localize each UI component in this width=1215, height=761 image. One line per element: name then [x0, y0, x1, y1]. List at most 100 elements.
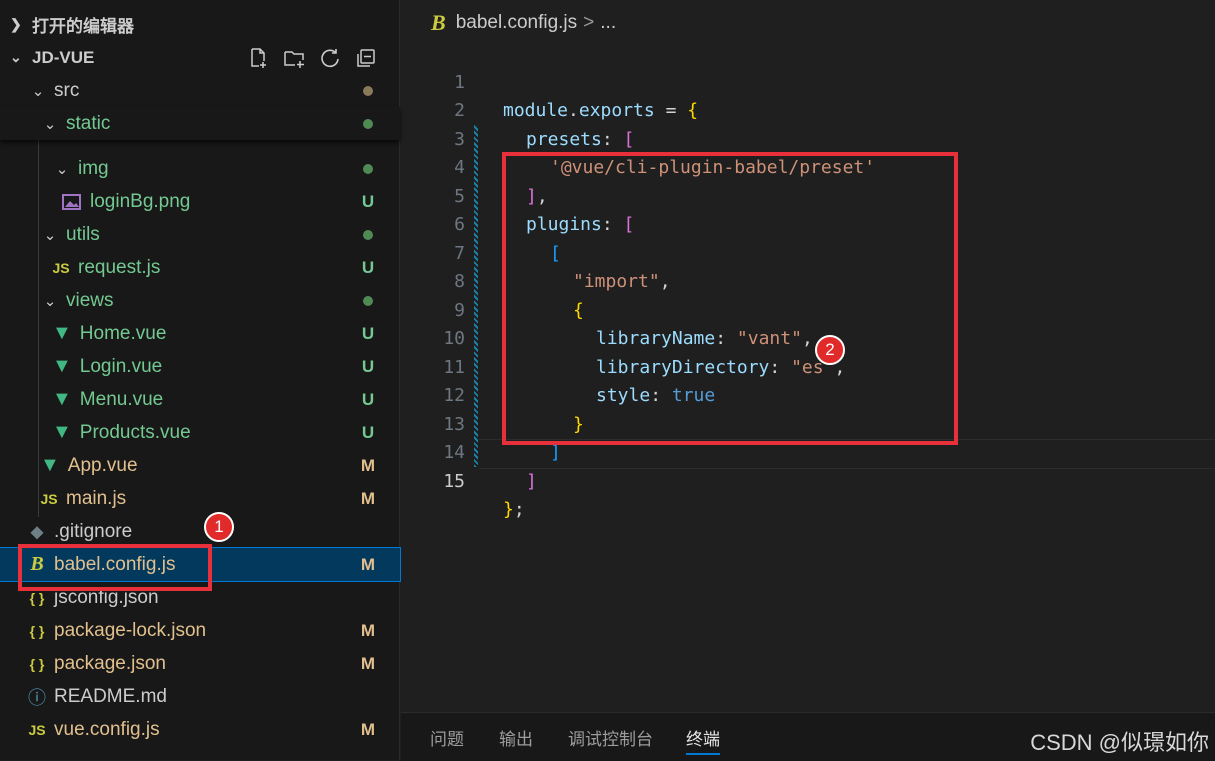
new-file-icon[interactable] [247, 47, 269, 69]
tree-file-main-js[interactable]: JS main.js M [0, 482, 400, 515]
tree-folder-src[interactable]: ⌄ src [0, 74, 400, 107]
tree-folder-img[interactable]: ⌄ img [0, 152, 400, 185]
chevron-down-icon: ⌄ [43, 292, 57, 310]
breadcrumb: B babel.config.js > ... [401, 8, 616, 38]
tree-item-label: App.vue [67, 454, 138, 476]
tree-folder-static[interactable]: ⌄ static [0, 107, 400, 140]
tree-item-label: src [54, 79, 80, 101]
explorer-sidebar: ❯ 打开的编辑器 ⌄ JD-VUE ⌄ src ⌄ static css ⌄ [0, 0, 401, 760]
code-line: 12 } [401, 354, 1215, 435]
tree-file-gitignore[interactable]: ◆ .gitignore [0, 515, 400, 548]
chevron-down-icon: ⌄ [10, 49, 22, 65]
tree-folder-utils[interactable]: ⌄ utils [0, 218, 400, 251]
tree-item-label: utils [66, 223, 100, 245]
breadcrumb-separator: > [583, 12, 595, 33]
status-dot [360, 225, 376, 245]
token: ] [526, 470, 537, 492]
breadcrumb-more[interactable]: ... [600, 12, 616, 34]
code-line: 2 presets: [ [401, 69, 1215, 150]
tree-file-loginbg[interactable]: loginBg.png U [0, 185, 400, 218]
code-line: 3 '@vue/cli-plugin-babel/preset' [401, 97, 1215, 179]
json-file-icon: { } [29, 589, 45, 606]
tree-file-products-vue[interactable]: ▼ Products.vue U [0, 416, 400, 449]
explorer-toolbar [247, 41, 377, 74]
vue-file-icon: ▼ [52, 388, 72, 410]
vue-file-icon: ▼ [52, 355, 72, 377]
tree-file-vue-config[interactable]: JS vue.config.js M [0, 713, 400, 746]
image-file-icon [62, 193, 82, 211]
git-status-badge: U [361, 191, 375, 211]
js-file-icon: JS [52, 259, 70, 276]
git-status-badge: M [360, 455, 376, 475]
vue-file-icon: ▼ [40, 454, 60, 476]
code-line: 8 { [401, 240, 1215, 321]
tree-file-menu-vue[interactable]: ▼ Menu.vue U [0, 383, 400, 416]
git-status-badge: M [360, 653, 376, 673]
code-line: 7 "import", [401, 211, 1215, 293]
code-line: 9 libraryName: "vant", [401, 268, 1215, 350]
vue-file-icon: ▼ [52, 421, 72, 443]
json-file-icon: { } [29, 622, 45, 639]
git-file-icon: ◆ [30, 523, 44, 541]
tab-terminal[interactable]: 终端 [686, 713, 720, 761]
chevron-down-icon: ⌄ [43, 226, 57, 244]
git-status-badge: M [360, 719, 376, 739]
tab-problems[interactable]: 问题 [430, 713, 464, 761]
tree-file-login-vue[interactable]: ▼ Login.vue U [0, 350, 400, 383]
breadcrumb-file[interactable]: babel.config.js [456, 12, 577, 34]
refresh-icon[interactable] [319, 47, 341, 69]
watermark: CSDN @似璟如你 [1030, 730, 1209, 755]
tree-file-package-json[interactable]: { } package.json M [0, 647, 400, 680]
code-line: 5 plugins: [ [401, 154, 1215, 236]
tree-item-label: static [66, 112, 111, 134]
chevron-down-icon: ⌄ [55, 160, 69, 178]
status-dot [360, 291, 376, 311]
status-dot [360, 81, 376, 101]
tree-item-label: Login.vue [79, 355, 163, 377]
tree-file-jsconfig[interactable]: { } jsconfig.json [0, 581, 400, 614]
annotation-marker-1: 1 [204, 512, 234, 542]
line-number: 15 [443, 470, 465, 492]
tree-file-home-vue[interactable]: ▼ Home.vue U [0, 317, 400, 350]
json-file-icon: { } [29, 655, 45, 672]
tree-item-label: Products.vue [79, 421, 191, 443]
new-folder-icon[interactable] [283, 47, 305, 69]
tree-item-label: package.json [54, 652, 166, 674]
babel-file-icon: B [431, 10, 446, 35]
tree-item-label: babel.config.js [54, 553, 176, 575]
git-status-badge: U [361, 422, 375, 442]
git-status-badge: U [361, 323, 375, 343]
tree-item-label: Home.vue [79, 322, 167, 344]
tree-item-label: package-lock.json [54, 619, 207, 641]
tree-item-label: Menu.vue [79, 388, 164, 410]
babel-file-icon: B [30, 553, 44, 575]
tree-item-label: README.md [54, 685, 167, 707]
code-line: 1 module.exports = { [401, 40, 1215, 122]
tree-file-request-js[interactable]: JS request.js U [0, 251, 400, 284]
bottom-panel: 问题 输出 调试控制台 终端 CSDN @似璟如你 [401, 712, 1215, 761]
code-area[interactable]: 1 module.exports = { 2 presets: [ 3 '@vu… [401, 40, 1215, 520]
chevron-down-icon: ⌄ [31, 82, 45, 100]
tree-item-label: main.js [66, 487, 127, 509]
git-status-badge: M [360, 554, 376, 574]
git-status-badge: U [361, 389, 375, 409]
tree-file-app-vue[interactable]: ▼ App.vue M [0, 449, 400, 482]
tree-item-label: request.js [78, 256, 161, 278]
collapse-all-icon[interactable] [355, 47, 377, 69]
tree-file-package-lock[interactable]: { } package-lock.json M [0, 614, 400, 647]
tree-file-babel-config[interactable]: B babel.config.js M [0, 547, 401, 582]
tab-output[interactable]: 输出 [499, 713, 533, 761]
chevron-down-icon: ⌄ [43, 115, 57, 133]
tree-folder-views[interactable]: ⌄ views [0, 284, 400, 317]
code-editor[interactable]: B babel.config.js > ... 1 module.exports… [401, 0, 1215, 712]
open-editors-header[interactable]: ❯ 打开的编辑器 [0, 8, 400, 41]
chevron-right-icon: ❯ [10, 16, 22, 32]
tree-item-label: views [66, 289, 114, 311]
code-line: 11 style: true [401, 325, 1215, 407]
status-dot [360, 114, 376, 134]
tree-file-readme[interactable]: ⓘ README.md [0, 680, 400, 713]
git-status-badge: U [361, 257, 375, 277]
tab-debug-console[interactable]: 调试控制台 [568, 713, 653, 761]
annotation-marker-2: 2 [815, 335, 845, 365]
project-title: JD-VUE [32, 47, 95, 67]
